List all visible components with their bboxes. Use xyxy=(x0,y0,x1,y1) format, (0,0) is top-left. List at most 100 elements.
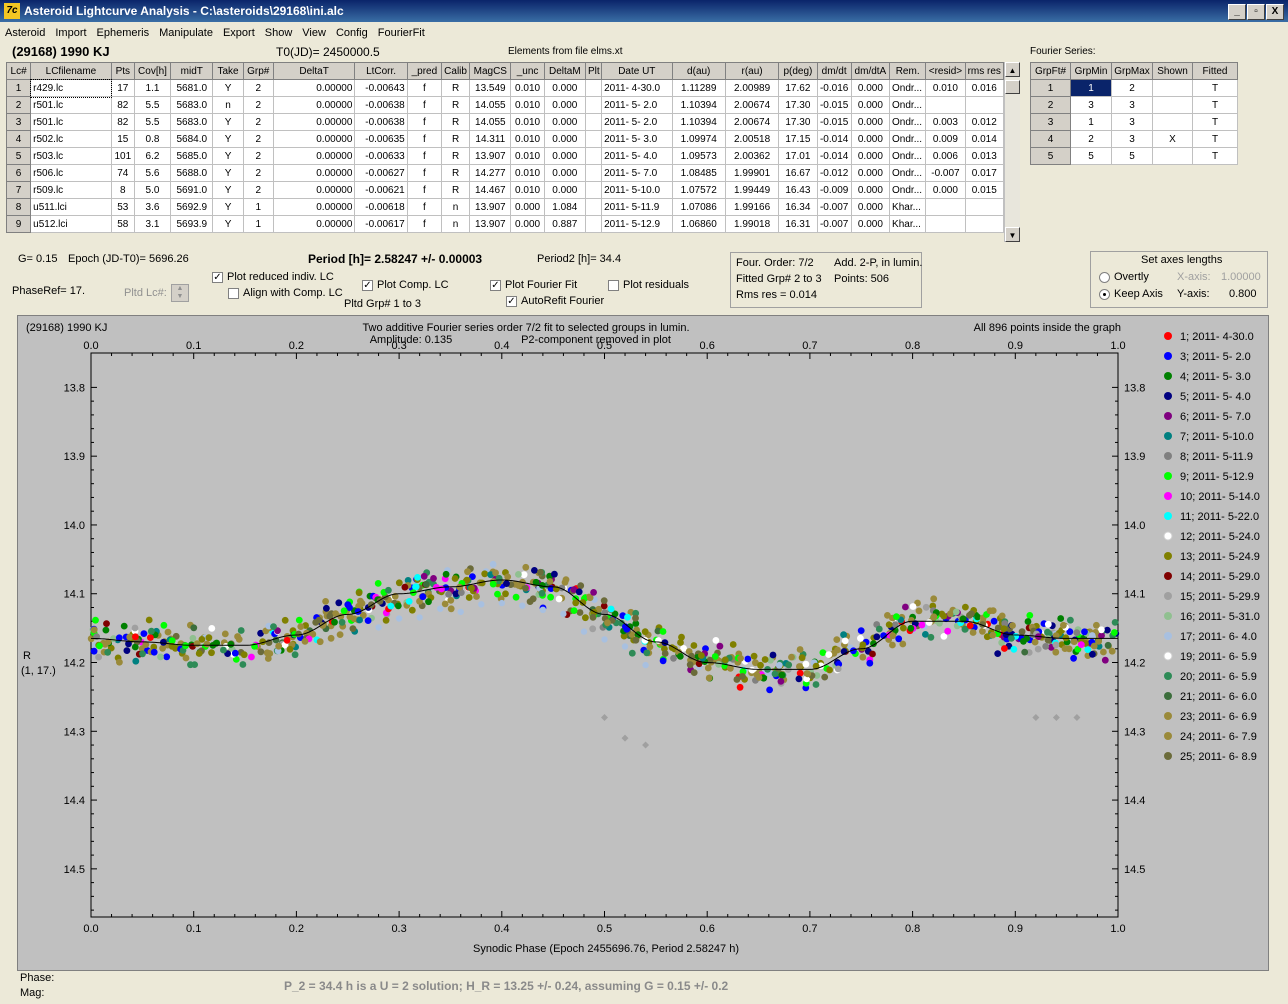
table-cell[interactable]: 2 xyxy=(242,164,274,182)
table-cell[interactable]: T xyxy=(1192,147,1238,165)
table-cell[interactable]: 0.012 xyxy=(964,113,1005,131)
table-cell[interactable]: 3.1 xyxy=(133,215,172,233)
menu-show[interactable]: Show xyxy=(260,24,298,42)
plot-reduced-checkbox[interactable]: ✓ Plot reduced indiv. LC xyxy=(212,271,334,283)
row-header[interactable]: 5 xyxy=(1030,147,1071,165)
table-cell[interactable]: Y xyxy=(212,130,244,148)
row-header[interactable]: 7 xyxy=(5,181,32,199)
column-header[interactable]: midT xyxy=(170,62,214,80)
table-cell[interactable]: -0.009 xyxy=(816,181,852,199)
table-cell[interactable]: 5685.0 xyxy=(170,147,214,165)
table-cell[interactable] xyxy=(964,215,1005,233)
table-cell[interactable]: 14.055 xyxy=(469,96,512,114)
table-cell[interactable]: T xyxy=(1192,79,1238,97)
table-cell[interactable]: f xyxy=(406,164,442,182)
table-cell[interactable] xyxy=(584,181,603,199)
table-row[interactable]: 112T xyxy=(1030,79,1238,97)
table-cell[interactable]: 5.0 xyxy=(133,181,172,199)
row-header[interactable]: 1 xyxy=(1030,79,1071,97)
row-header[interactable]: 3 xyxy=(5,113,32,131)
table-cell[interactable]: 2011- 5-12.9 xyxy=(601,215,673,233)
table-cell[interactable]: -0.016 xyxy=(816,79,852,97)
radio-button[interactable] xyxy=(1099,271,1110,283)
table-cell[interactable]: 0.009 xyxy=(925,130,966,148)
table-cell[interactable]: 17.62 xyxy=(778,79,818,97)
plot-fourier-checkbox[interactable]: ✓ Plot Fourier Fit xyxy=(490,279,577,291)
table-cell[interactable]: -0.007 xyxy=(816,215,852,233)
x-axis-value[interactable]: 1.00000 xyxy=(1221,271,1261,283)
table-cell[interactable]: -0.007 xyxy=(925,164,966,182)
table-cell[interactable]: 0.000 xyxy=(543,113,586,131)
table-cell[interactable]: 0.000 xyxy=(543,164,586,182)
table-cell[interactable]: 5683.0 xyxy=(170,96,214,114)
table-cell[interactable]: f xyxy=(406,79,442,97)
table-cell[interactable]: 2011- 5- 4.0 xyxy=(601,147,673,165)
table-cell[interactable]: 5684.0 xyxy=(170,130,214,148)
menu-asteroid[interactable]: Asteroid xyxy=(0,24,50,42)
table-cell[interactable]: Y xyxy=(212,113,244,131)
table-cell[interactable]: 1.07572 xyxy=(671,181,726,199)
table-cell[interactable] xyxy=(584,215,603,233)
keep-axis-radio[interactable]: Keep Axis xyxy=(1099,288,1163,300)
table-row[interactable]: 233T xyxy=(1030,96,1238,114)
table-cell[interactable]: 0.014 xyxy=(964,130,1005,148)
column-header[interactable]: Fitted xyxy=(1192,62,1238,80)
table-cell[interactable]: 2011- 5- 3.0 xyxy=(601,130,673,148)
table-cell[interactable]: 1.10394 xyxy=(671,96,726,114)
scroll-thumb[interactable] xyxy=(1005,80,1020,94)
table-cell[interactable]: Y xyxy=(212,198,244,216)
table-cell[interactable]: -0.007 xyxy=(816,198,852,216)
column-header[interactable]: GrpMin xyxy=(1070,62,1112,80)
table-cell[interactable]: 3 xyxy=(1111,96,1153,114)
table-cell[interactable]: -0.015 xyxy=(816,96,852,114)
table-cell[interactable]: 2011- 5- 7.0 xyxy=(601,164,673,182)
checkbox-box[interactable] xyxy=(228,287,239,299)
table-cell[interactable]: r506.lc xyxy=(30,164,112,182)
table-cell[interactable]: -0.014 xyxy=(816,130,852,148)
table-cell[interactable]: 0.000 xyxy=(850,147,891,165)
table-cell[interactable]: 2 xyxy=(1070,130,1112,148)
table-cell[interactable]: -0.00621 xyxy=(354,181,408,199)
table-cell[interactable]: 1 xyxy=(242,198,274,216)
table-cell[interactable]: 0.000 xyxy=(543,96,586,114)
table-cell[interactable]: 16.34 xyxy=(778,198,818,216)
table-cell[interactable] xyxy=(584,130,603,148)
table-cell[interactable]: 2011- 5- 2.0 xyxy=(601,96,673,114)
table-row[interactable]: 7 r509.lc 8 5.0 5691.0 Y 2 0.00000 -0.00621 f R 14.… xyxy=(5,181,1005,199)
table-cell[interactable] xyxy=(1152,147,1193,165)
table-cell[interactable]: -0.00643 xyxy=(354,79,408,97)
table-cell[interactable]: 0.010 xyxy=(925,79,966,97)
table-cell[interactable]: 0.000 xyxy=(543,181,586,199)
table-cell[interactable]: 2.00674 xyxy=(724,96,780,114)
column-header[interactable]: Date UT xyxy=(601,62,673,80)
table-cell[interactable]: 8 xyxy=(110,181,135,199)
table-cell[interactable]: Y xyxy=(212,147,244,165)
table-cell[interactable]: R xyxy=(440,113,471,131)
table-cell[interactable]: 2 xyxy=(242,113,274,131)
table-cell[interactable]: R xyxy=(440,147,471,165)
column-header[interactable]: Lc# xyxy=(5,62,32,80)
table-cell[interactable]: f xyxy=(406,130,442,148)
table-cell[interactable] xyxy=(1152,96,1193,114)
table-cell[interactable]: 1.07086 xyxy=(671,198,726,216)
table-cell[interactable]: 5 xyxy=(1111,147,1153,165)
table-cell[interactable]: 0.000 xyxy=(850,215,891,233)
table-cell[interactable]: n xyxy=(440,215,471,233)
table-cell[interactable]: 2.00518 xyxy=(724,130,780,148)
plot-comp-checkbox[interactable]: ✓ Plot Comp. LC xyxy=(362,279,449,291)
table-cell[interactable]: 0.000 xyxy=(925,181,966,199)
row-header[interactable]: 2 xyxy=(5,96,32,114)
column-header[interactable]: Grp# xyxy=(242,62,274,80)
table-cell[interactable]: -0.00633 xyxy=(354,147,408,165)
column-header[interactable]: Pts xyxy=(110,62,135,80)
checkbox-box[interactable]: ✓ xyxy=(212,271,223,283)
table-cell[interactable]: 0.00000 xyxy=(272,164,356,182)
row-header[interactable]: 2 xyxy=(1030,96,1071,114)
table-row[interactable]: 423XT xyxy=(1030,130,1238,148)
menu-manipulate[interactable]: Manipulate xyxy=(154,24,218,42)
table-cell[interactable]: f xyxy=(406,113,442,131)
table-cell[interactable]: 0.000 xyxy=(510,215,545,233)
table-cell[interactable] xyxy=(925,198,966,216)
table-cell[interactable]: Ondr... xyxy=(889,164,927,182)
table-cell[interactable]: 0.00000 xyxy=(272,215,356,233)
